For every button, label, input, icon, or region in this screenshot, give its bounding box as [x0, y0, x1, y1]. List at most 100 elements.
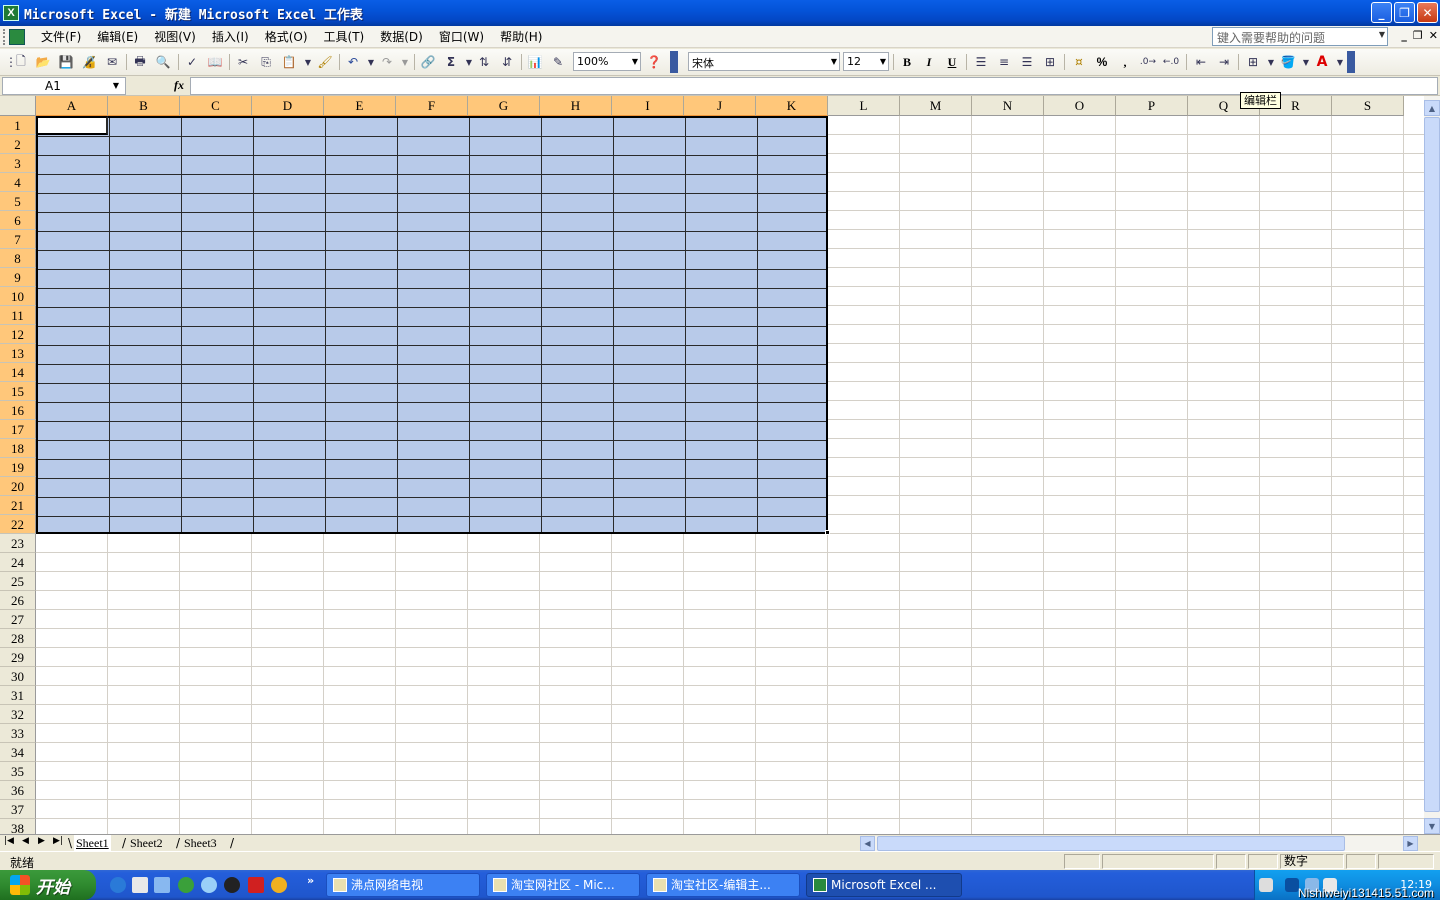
row-header-25[interactable]: 25: [0, 572, 36, 591]
row-header-9[interactable]: 9: [0, 268, 36, 287]
messenger-icon[interactable]: [201, 877, 217, 893]
tab-sheet1[interactable]: Sheet1: [74, 835, 111, 851]
first-sheet-icon[interactable]: |◀: [4, 836, 14, 846]
sort-descending-icon[interactable]: ⇵: [498, 53, 516, 71]
column-header-n[interactable]: N: [972, 96, 1044, 116]
prev-sheet-icon[interactable]: ◀: [22, 836, 29, 846]
increase-decimal-icon[interactable]: .0→: [1139, 53, 1157, 71]
hyperlink-icon[interactable]: 🔗: [419, 53, 437, 71]
tray-toggle-icon[interactable]: [1285, 878, 1299, 892]
fill-color-icon[interactable]: 🪣: [1279, 53, 1297, 71]
name-box[interactable]: A1 ▼: [2, 77, 126, 95]
row-header-38[interactable]: 38: [0, 819, 36, 834]
percent-button[interactable]: %: [1093, 53, 1111, 71]
align-left-icon[interactable]: ☰: [972, 53, 990, 71]
restore-button[interactable]: ❐: [1394, 2, 1415, 23]
redo-dropdown-icon[interactable]: ▼: [396, 53, 414, 71]
row-header-37[interactable]: 37: [0, 800, 36, 819]
column-header-j[interactable]: J: [684, 96, 756, 116]
media-player-icon[interactable]: [154, 877, 170, 893]
row-header-1[interactable]: 1: [0, 116, 36, 135]
column-header-i[interactable]: I: [612, 96, 684, 116]
chevron-down-icon[interactable]: ▼: [831, 57, 837, 66]
new-document-icon[interactable]: 🗋: [12, 53, 30, 71]
ie-icon[interactable]: [110, 877, 126, 893]
chart-wizard-icon[interactable]: 📊: [526, 53, 544, 71]
workbook-minimize-button[interactable]: _: [1401, 29, 1407, 42]
row-header-20[interactable]: 20: [0, 477, 36, 496]
task-button-excel[interactable]: Microsoft Excel ...: [806, 873, 962, 897]
worksheet-grid[interactable]: ABCDEFGHIJKLMNOPQRS 1 2 3 4 5 6 7 8 9 10 11 12 13 14 1…: [0, 96, 1424, 834]
task-button[interactable]: 沸点网络电视: [326, 873, 480, 897]
row-header-31[interactable]: 31: [0, 686, 36, 705]
font-name-select[interactable]: 宋体 ▼: [688, 52, 840, 71]
row-header-14[interactable]: 14: [0, 363, 36, 382]
row-header-2[interactable]: 2: [0, 135, 36, 154]
scroll-right-icon[interactable]: ▶: [1403, 836, 1418, 851]
menu-data[interactable]: 数据(D): [372, 28, 431, 45]
workbook-close-button[interactable]: ✕: [1429, 29, 1438, 42]
vertical-scroll-thumb[interactable]: [1424, 117, 1440, 812]
menu-view[interactable]: 视图(V): [146, 28, 204, 45]
scroll-down-icon[interactable]: ▼: [1424, 818, 1440, 834]
column-header-f[interactable]: F: [396, 96, 468, 116]
paste-icon[interactable]: 📋: [280, 53, 298, 71]
column-header-h[interactable]: H: [540, 96, 612, 116]
row-header-6[interactable]: 6: [0, 211, 36, 230]
undo-icon[interactable]: ↶: [344, 53, 362, 71]
tab-sheet3[interactable]: Sheet3: [182, 835, 219, 851]
excel-app-icon[interactable]: X: [3, 5, 19, 21]
paste-dropdown-icon[interactable]: ▼: [299, 53, 317, 71]
column-header-l[interactable]: L: [828, 96, 900, 116]
app-icon[interactable]: [248, 877, 264, 893]
insert-function-button[interactable]: fx: [174, 78, 184, 93]
chevron-down-icon[interactable]: ▼: [632, 57, 638, 66]
last-sheet-icon[interactable]: ▶|: [53, 836, 63, 846]
row-header-18[interactable]: 18: [0, 439, 36, 458]
align-center-icon[interactable]: ≡: [995, 53, 1013, 71]
row-header-23[interactable]: 23: [0, 534, 36, 553]
active-cell[interactable]: [36, 116, 108, 135]
merge-center-icon[interactable]: ⊞: [1041, 53, 1059, 71]
row-header-10[interactable]: 10: [0, 287, 36, 306]
autosum-icon[interactable]: Σ: [442, 53, 460, 71]
row-header-34[interactable]: 34: [0, 743, 36, 762]
copy-icon[interactable]: ⎘: [257, 53, 275, 71]
column-header-k[interactable]: K: [756, 96, 828, 116]
toolbar-options-icon[interactable]: [1347, 51, 1355, 73]
currency-icon[interactable]: ¤: [1070, 53, 1088, 71]
row-header-16[interactable]: 16: [0, 401, 36, 420]
italic-button[interactable]: I: [920, 53, 938, 71]
zoom-select[interactable]: 100% ▼: [573, 52, 641, 71]
row-header-24[interactable]: 24: [0, 553, 36, 572]
toolbar-options-icon[interactable]: [670, 51, 678, 73]
scroll-left-icon[interactable]: ◀: [860, 836, 875, 851]
decrease-indent-icon[interactable]: ⇤: [1192, 53, 1210, 71]
row-header-28[interactable]: 28: [0, 629, 36, 648]
column-header-p[interactable]: P: [1116, 96, 1188, 116]
open-folder-icon[interactable]: 📂: [34, 53, 52, 71]
permission-icon[interactable]: 🔏: [80, 53, 98, 71]
menu-file[interactable]: 文件(F): [33, 28, 89, 45]
menu-edit[interactable]: 编辑(E): [89, 28, 146, 45]
chevron-down-icon[interactable]: ▼: [880, 57, 886, 66]
column-header-m[interactable]: M: [900, 96, 972, 116]
row-header-36[interactable]: 36: [0, 781, 36, 800]
spelling-icon[interactable]: ✓: [183, 53, 201, 71]
chevron-down-icon[interactable]: ▼: [1379, 30, 1385, 39]
row-header-7[interactable]: 7: [0, 230, 36, 249]
column-header-o[interactable]: O: [1044, 96, 1116, 116]
minimize-button[interactable]: _: [1371, 2, 1392, 23]
row-header-11[interactable]: 11: [0, 306, 36, 325]
row-header-29[interactable]: 29: [0, 648, 36, 667]
task-button[interactable]: 淘宝社区-编辑主...: [646, 873, 800, 897]
row-header-21[interactable]: 21: [0, 496, 36, 515]
cut-icon[interactable]: ✂: [234, 53, 252, 71]
research-icon[interactable]: 📖: [206, 53, 224, 71]
keyboard-icon[interactable]: [1259, 878, 1273, 892]
row-header-8[interactable]: 8: [0, 249, 36, 268]
menu-insert[interactable]: 插入(I): [204, 28, 257, 45]
row-header-12[interactable]: 12: [0, 325, 36, 344]
row-header-5[interactable]: 5: [0, 192, 36, 211]
decrease-decimal-icon[interactable]: ←.0: [1162, 53, 1180, 71]
